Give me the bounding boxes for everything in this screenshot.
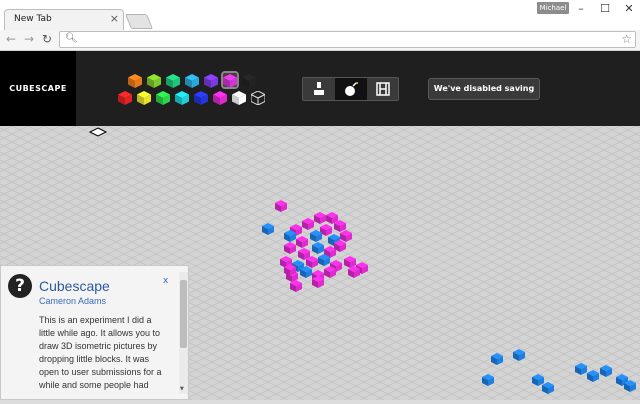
- film-button[interactable]: [367, 78, 399, 100]
- color-swatch[interactable]: [175, 90, 189, 105]
- color-swatch[interactable]: [204, 73, 218, 88]
- address-bar[interactable]: 🔍︎ ☆: [59, 31, 636, 48]
- color-swatch[interactable]: [147, 73, 161, 88]
- cube-swatch-icon: [194, 91, 208, 105]
- cube-swatch-icon: [232, 91, 246, 105]
- scroll-thumb[interactable]: [180, 280, 187, 348]
- cube-swatch-icon: [147, 74, 161, 88]
- back-icon[interactable]: ←: [4, 32, 18, 46]
- help-icon: ?: [8, 274, 32, 298]
- browser-tabstrip: New Tab × Michael – ☐ ✕: [0, 0, 640, 31]
- cube-swatch-icon: [166, 74, 180, 88]
- cube-swatch-icon: [213, 91, 227, 105]
- cube-swatch-icon: [242, 74, 256, 88]
- cube-swatch-icon: [185, 74, 199, 88]
- scroll-down-icon[interactable]: ▼: [180, 386, 184, 392]
- info-close-button[interactable]: x: [163, 276, 168, 286]
- tab-title: New Tab: [14, 14, 52, 24]
- cube-swatch-icon: [249, 90, 267, 106]
- color-swatch[interactable]: [242, 73, 256, 88]
- search-icon: 🔍︎: [65, 33, 78, 44]
- logo-text: CUBESCAPE: [9, 84, 67, 93]
- forward-icon[interactable]: →: [22, 32, 36, 46]
- color-swatch[interactable]: [221, 71, 239, 89]
- color-swatch[interactable]: [232, 90, 246, 105]
- cube-swatch-icon: [128, 74, 142, 88]
- color-swatch[interactable]: [156, 90, 170, 105]
- info-body: This is an experiment I did a little whi…: [39, 315, 162, 390]
- new-tab-button[interactable]: [124, 14, 154, 29]
- color-swatch[interactable]: [137, 90, 151, 105]
- color-swatch[interactable]: [166, 73, 180, 88]
- info-title: Cubescape: [39, 278, 110, 294]
- color-swatch[interactable]: [249, 90, 267, 106]
- maximize-icon[interactable]: ☐: [594, 2, 616, 16]
- profile-badge[interactable]: Michael: [537, 2, 569, 14]
- browser-tab[interactable]: New Tab ×: [4, 9, 124, 30]
- browser-toolbar: ← → ↻ 🔍︎ ☆: [0, 30, 640, 51]
- bookmark-star-icon[interactable]: ☆: [621, 32, 632, 46]
- logo: CUBESCAPE: [0, 51, 76, 126]
- reload-icon[interactable]: ↻: [40, 32, 54, 46]
- pen-icon: [314, 82, 324, 95]
- cube-swatch-icon: [118, 91, 132, 105]
- app-header: CUBESCAPE We've disabled saving: [0, 51, 640, 126]
- color-swatch[interactable]: [194, 90, 208, 105]
- tab-close-icon[interactable]: ×: [110, 12, 119, 25]
- cube-swatch-icon: [156, 91, 170, 105]
- color-swatch[interactable]: [128, 73, 142, 88]
- bomb-button[interactable]: [335, 78, 367, 100]
- bomb-icon: [345, 82, 358, 96]
- save-button[interactable]: We've disabled saving: [428, 78, 540, 100]
- color-swatch[interactable]: [118, 90, 132, 105]
- cube-swatch-icon: [137, 91, 151, 105]
- tool-group: [302, 77, 399, 101]
- color-swatch[interactable]: [213, 90, 227, 105]
- info-panel: ? Cubescape Cameron Adams x This is an e…: [0, 265, 189, 400]
- minimize-icon[interactable]: –: [570, 2, 592, 16]
- color-swatch[interactable]: [185, 73, 199, 88]
- info-scrollbar[interactable]: ▼: [179, 272, 188, 394]
- cube-swatch-icon: [175, 91, 189, 105]
- cube-swatch-icon: [223, 74, 237, 88]
- cube-swatch-icon: [204, 74, 218, 88]
- author-link[interactable]: Cameron Adams: [39, 296, 106, 306]
- close-window-icon[interactable]: ✕: [618, 2, 640, 16]
- film-icon: [376, 82, 390, 96]
- place-block-button[interactable]: [303, 78, 335, 100]
